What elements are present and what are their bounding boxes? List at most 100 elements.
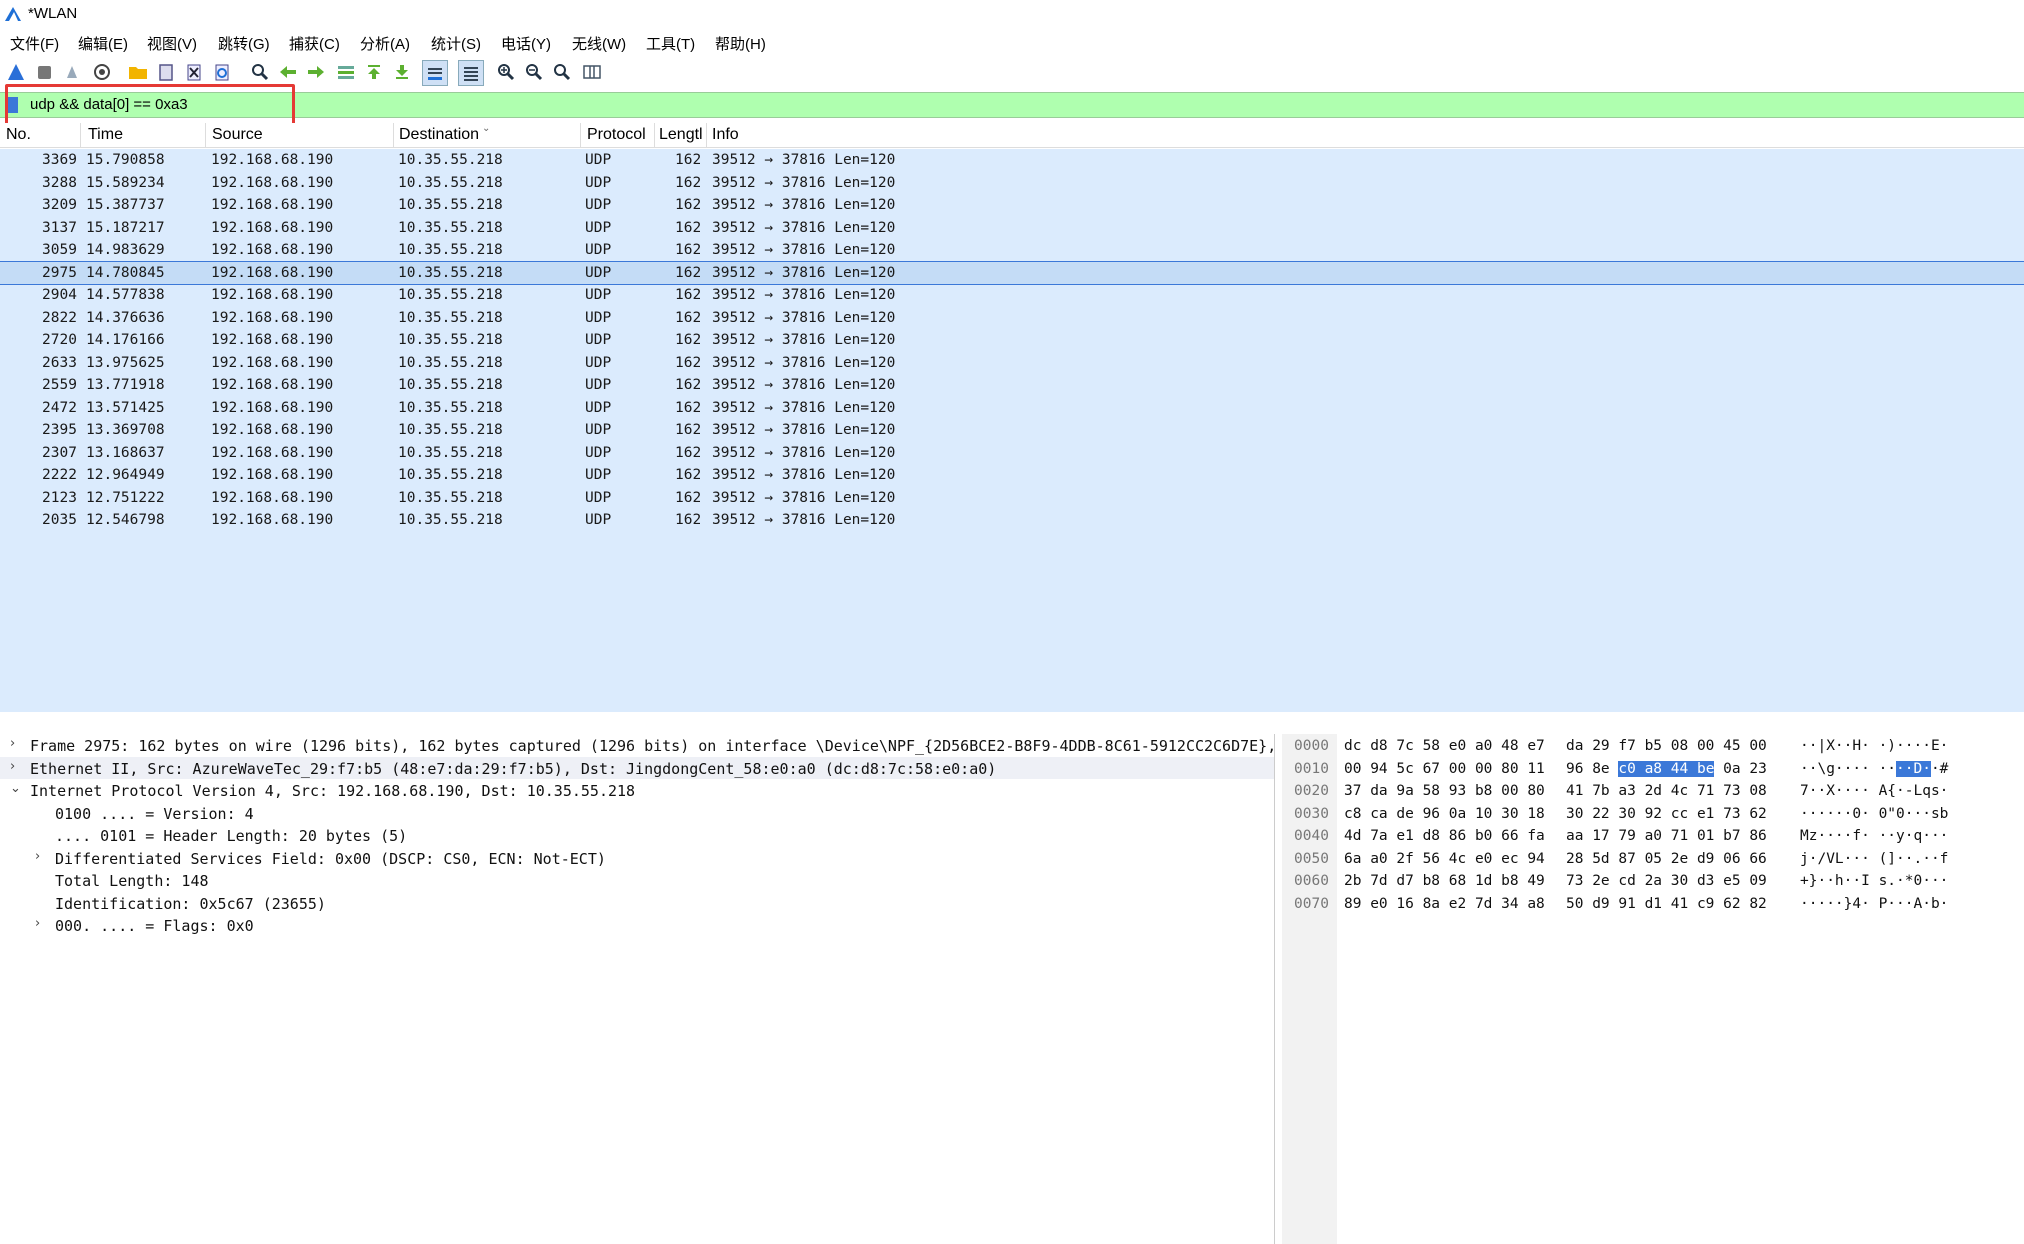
tree-row-frame[interactable]: › Frame 2975: 162 bytes on wire (1296 bi… <box>0 734 1274 757</box>
zoom-out-icon[interactable] <box>522 60 546 84</box>
tree-row-ip-total-length[interactable]: Total Length: 148 <box>0 869 1274 892</box>
capture-options-icon[interactable] <box>90 60 114 84</box>
hex-bytes[interactable]: 30 22 30 92 cc e1 73 62 <box>1566 806 1767 825</box>
packet-row[interactable]: 2395 13.369708 192.168.68.190 10.35.55.2… <box>0 419 2024 442</box>
tree-row-ipv4[interactable]: ⌄ Internet Protocol Version 4, Src: 192.… <box>0 779 1274 802</box>
hex-ascii[interactable]: ··|X··H· ·)····E· <box>1800 738 1948 757</box>
packet-bytes-pane[interactable]: 0000 dc d8 7c 58 e0 a0 48 e7 da 29 f7 b5… <box>1282 734 2024 1244</box>
packet-row[interactable]: 3209 15.387737 192.168.68.190 10.35.55.2… <box>0 194 2024 217</box>
menu-go[interactable]: 跳转(G) <box>218 33 270 54</box>
hex-bytes[interactable]: dc d8 7c 58 e0 a0 48 e7 <box>1344 738 1545 757</box>
menu-capture[interactable]: 捕获(C) <box>289 33 340 54</box>
packet-row[interactable]: 2720 14.176166 192.168.68.190 10.35.55.2… <box>0 329 2024 352</box>
expand-chevron-icon[interactable]: › <box>35 916 40 931</box>
hex-ascii[interactable]: +}··h··I s.·*0··· <box>1800 873 1948 892</box>
menu-statistics[interactable]: 统计(S) <box>431 33 481 54</box>
packet-row[interactable]: 2222 12.964949 192.168.68.190 10.35.55.2… <box>0 464 2024 487</box>
tree-row-ethernet[interactable]: › Ethernet II, Src: AzureWaveTec_29:f7:b… <box>0 756 1274 779</box>
hex-bytes[interactable]: 2b 7d d7 b8 68 1d b8 49 <box>1344 873 1545 892</box>
hex-bytes[interactable]: c8 ca de 96 0a 10 30 18 <box>1344 806 1545 825</box>
packet-row[interactable]: 3288 15.589234 192.168.68.190 10.35.55.2… <box>0 172 2024 195</box>
stop-capture-icon[interactable] <box>32 60 56 84</box>
menu-view[interactable]: 视图(V) <box>147 33 197 54</box>
packet-row[interactable]: 2307 13.168637 192.168.68.190 10.35.55.2… <box>0 442 2024 465</box>
open-file-icon[interactable] <box>126 60 150 84</box>
go-forward-icon[interactable] <box>304 60 328 84</box>
close-file-icon[interactable] <box>182 60 206 84</box>
packet-row-selected[interactable]: 2975 14.780845 192.168.68.190 10.35.55.2… <box>0 260 2024 285</box>
hex-bytes[interactable]: da 29 f7 b5 08 00 45 00 <box>1566 738 1767 757</box>
hex-bytes[interactable]: 4d 7a e1 d8 86 b0 66 fa <box>1344 828 1545 847</box>
tree-row-ip-identification[interactable]: Identification: 0x5c67 (23655) <box>0 892 1274 915</box>
packet-list[interactable]: 3369 15.790858 192.168.68.190 10.35.55.2… <box>0 149 2024 712</box>
hex-bytes[interactable]: 28 5d 87 05 2e d9 06 66 <box>1566 851 1767 870</box>
reload-file-icon[interactable] <box>210 60 234 84</box>
packet-time: 12.751222 <box>86 489 165 506</box>
menu-file[interactable]: 文件(F) <box>10 33 59 54</box>
hex-bytes[interactable]: 73 2e cd 2a 30 d3 e5 09 <box>1566 873 1767 892</box>
go-to-packet-icon[interactable] <box>334 60 358 84</box>
packet-row[interactable]: 3369 15.790858 192.168.68.190 10.35.55.2… <box>0 149 2024 172</box>
packet-row[interactable]: 2633 13.975625 192.168.68.190 10.35.55.2… <box>0 352 2024 375</box>
restart-capture-icon[interactable] <box>60 60 84 84</box>
col-info[interactable]: Info <box>712 126 739 144</box>
menu-edit[interactable]: 编辑(E) <box>78 33 128 54</box>
hex-ascii[interactable]: ·····}4· P···A·b· <box>1800 896 1948 915</box>
hex-bytes[interactable]: 6a a0 2f 56 4c e0 ec 94 <box>1344 851 1545 870</box>
hex-bytes[interactable]: 89 e0 16 8a e2 7d 34 a8 <box>1344 896 1545 915</box>
hex-ascii[interactable]: 7··X···· A{·-Lqs· <box>1800 783 1948 802</box>
go-first-icon[interactable] <box>362 60 386 84</box>
tree-row-ip-header-length[interactable]: .... 0101 = Header Length: 20 bytes (5) <box>0 824 1274 847</box>
col-protocol[interactable]: Protocol <box>587 126 646 144</box>
menu-wireless[interactable]: 无线(W) <box>572 33 626 54</box>
col-destination[interactable]: Destination <box>399 126 479 144</box>
hex-bytes[interactable]: aa 17 79 a0 71 01 b7 86 <box>1566 828 1767 847</box>
save-file-icon[interactable] <box>154 60 178 84</box>
hex-bytes[interactable]: 50 d9 91 d1 41 c9 62 82 <box>1566 896 1767 915</box>
packet-row[interactable]: 2123 12.751222 192.168.68.190 10.35.55.2… <box>0 487 2024 510</box>
collapse-chevron-icon[interactable]: ⌄ <box>10 781 21 796</box>
packet-no: 2822 <box>42 309 77 326</box>
hex-ascii[interactable]: j·/VL··· (]··.··f <box>1800 851 1948 870</box>
hex-bytes[interactable]: 37 da 9a 58 93 b8 00 80 <box>1344 783 1545 802</box>
resize-columns-icon[interactable] <box>580 60 604 84</box>
packet-row[interactable]: 3137 15.187217 192.168.68.190 10.35.55.2… <box>0 217 2024 240</box>
menu-analyze[interactable]: 分析(A) <box>360 33 410 54</box>
packet-no: 3369 <box>42 152 77 168</box>
zoom-in-icon[interactable] <box>494 60 518 84</box>
packet-details-tree[interactable]: › Frame 2975: 162 bytes on wire (1296 bi… <box>0 734 1275 1244</box>
col-source[interactable]: Source <box>212 126 263 144</box>
expand-chevron-icon[interactable]: › <box>10 759 15 774</box>
menu-tools[interactable]: 工具(T) <box>646 33 695 54</box>
go-back-icon[interactable] <box>276 60 300 84</box>
expand-chevron-icon[interactable]: › <box>35 849 40 864</box>
autoscroll-icon[interactable] <box>422 60 448 86</box>
expand-chevron-icon[interactable]: › <box>10 736 15 751</box>
tree-row-ip-version[interactable]: 0100 .... = Version: 4 <box>0 802 1274 825</box>
shark-fin-start-icon[interactable] <box>4 60 28 84</box>
tree-row-ip-flags[interactable]: › 000. .... = Flags: 0x0 <box>0 914 1274 937</box>
hex-ascii[interactable]: ······0· 0"0···sb <box>1800 806 1948 825</box>
tree-row-ip-dsfield[interactable]: › Differentiated Services Field: 0x00 (D… <box>0 847 1274 870</box>
col-length[interactable]: Lengtl <box>659 126 703 144</box>
col-time[interactable]: Time <box>88 126 123 144</box>
hex-bytes[interactable]: 41 7b a3 2d 4c 71 73 08 <box>1566 783 1767 802</box>
packet-row[interactable]: 2035 12.546798 192.168.68.190 10.35.55.2… <box>0 509 2024 532</box>
menu-telephony[interactable]: 电话(Y) <box>501 33 551 54</box>
hex-bytes[interactable]: 00 94 5c 67 00 00 80 11 <box>1344 761 1545 780</box>
go-last-icon[interactable] <box>390 60 414 84</box>
hex-bytes[interactable]: 96 8e c0 a8 44 be 0a 23 <box>1566 760 1767 780</box>
packet-row[interactable]: 2472 13.571425 192.168.68.190 10.35.55.2… <box>0 397 2024 420</box>
packet-row[interactable]: 2904 14.577838 192.168.68.190 10.35.55.2… <box>0 284 2024 307</box>
hex-ascii[interactable]: ··\g···· ····D··# <box>1800 760 1948 780</box>
find-packet-icon[interactable] <box>248 60 272 84</box>
menu-help[interactable]: 帮助(H) <box>715 33 766 54</box>
colorize-icon[interactable] <box>458 60 484 86</box>
packet-row[interactable]: 2822 14.376636 192.168.68.190 10.35.55.2… <box>0 307 2024 330</box>
zoom-normal-icon[interactable] <box>550 60 574 84</box>
packet-row[interactable]: 3059 14.983629 192.168.68.190 10.35.55.2… <box>0 239 2024 262</box>
pane-splitter[interactable] <box>0 712 2024 734</box>
col-no[interactable]: No. <box>6 126 31 144</box>
hex-ascii[interactable]: Mz····f· ··y·q··· <box>1800 828 1948 847</box>
packet-row[interactable]: 2559 13.771918 192.168.68.190 10.35.55.2… <box>0 374 2024 397</box>
